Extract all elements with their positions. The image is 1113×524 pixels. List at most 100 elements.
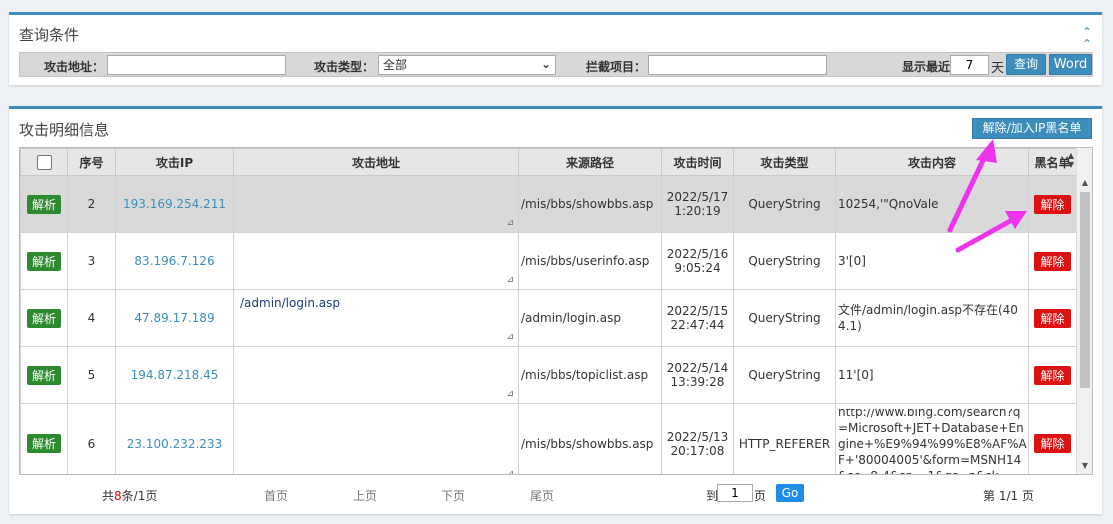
resize-grip-icon[interactable]: ⊿: [506, 469, 514, 474]
query-button[interactable]: 查询: [1006, 54, 1046, 75]
remove-blacklist-button[interactable]: 解除: [1034, 251, 1071, 271]
resize-grip-icon[interactable]: ⊿: [506, 218, 514, 228]
attack-type: QueryString: [733, 289, 836, 347]
sort-icon[interactable]: ▲ ▼: [1068, 151, 1074, 169]
total-records: 共8条/1页: [102, 489, 158, 503]
chevron-down-icon: ⌄: [540, 57, 551, 71]
attack-time: 2022/5/15 22:47:44: [661, 289, 734, 347]
next-page-link[interactable]: 下页: [441, 487, 465, 504]
first-page-link[interactable]: 首页: [264, 487, 288, 504]
column-header: 攻击IP: [115, 148, 234, 176]
table-row[interactable]: 解析 5 194.87.218.45 ⊿ /mis/bbs/topiclist.…: [20, 346, 1077, 404]
attack-table-container: 序号 攻击IP 攻击地址 来源路径 攻击时间 攻击类型 攻击内容 黑名单 ▲ ▼ …: [19, 147, 1093, 475]
last-page-link[interactable]: 尾页: [530, 487, 554, 504]
go-button[interactable]: Go: [776, 484, 804, 502]
query-panel-title: 查询条件: [19, 26, 80, 44]
goto-page-input[interactable]: [717, 484, 753, 502]
recent-days-unit: 天: [991, 61, 1005, 76]
attack-address-textarea[interactable]: /admin/login.asp ⊿: [233, 289, 519, 347]
attack-type: HTTP_REFERER: [733, 403, 836, 474]
prev-page-link[interactable]: 上页: [353, 487, 377, 504]
table-row[interactable]: 解析 3 83.196.7.126 ⊿ /mis/bbs/userinfo.as…: [20, 232, 1077, 290]
query-bar: 攻击地址： 攻击类型： 全部 ⌄ 拦截项目： 显示最近 天 查询 Word: [19, 52, 1093, 77]
source-path: /admin/login.asp: [518, 289, 662, 347]
detail-panel-title: 攻击明细信息: [19, 121, 110, 139]
attack-type-value: 全部: [383, 58, 408, 72]
attack-ip[interactable]: 47.89.17.189: [115, 289, 234, 347]
table-row[interactable]: 解析 4 47.89.17.189 /admin/login.asp ⊿ /adm…: [20, 289, 1077, 347]
source-path: /mis/bbs/userinfo.asp: [518, 232, 662, 290]
attack-type-select[interactable]: 全部 ⌄: [378, 55, 556, 75]
blacklist-toggle-button[interactable]: 解除/加入IP黑名单: [972, 118, 1092, 139]
scroll-down-icon[interactable]: ▼: [1077, 458, 1092, 474]
attack-address-textarea[interactable]: ⊿: [233, 403, 519, 474]
attack-ip[interactable]: 194.87.218.45: [115, 346, 234, 404]
pagination: 共8条/1页 首页 上页 下页 尾页 到 页 Go 第 1/1 页: [19, 484, 1093, 506]
source-path: /mis/bbs/showbbs.asp: [518, 403, 662, 474]
attack-address-textarea[interactable]: ⊿: [233, 175, 519, 233]
query-panel: 查询条件 ⌃⌃ 攻击地址： 攻击类型： 全部 ⌄ 拦截项目： 显示最近 天 查询…: [9, 12, 1102, 85]
source-path: /mis/bbs/topiclist.asp: [518, 346, 662, 404]
row-number: 3: [67, 232, 116, 290]
table-header: 序号 攻击IP 攻击地址 来源路径 攻击时间 攻击类型 攻击内容 黑名单 ▲ ▼: [20, 148, 1077, 176]
attack-content: 10254,'"QnoVale: [835, 175, 1029, 233]
resize-grip-icon[interactable]: ⊿: [506, 389, 514, 399]
attack-address-label: 攻击地址：: [44, 60, 105, 74]
column-header: 攻击时间: [661, 148, 734, 176]
column-header: 攻击内容: [835, 148, 1029, 176]
column-header: 攻击类型: [733, 148, 836, 176]
scroll-up-icon[interactable]: ▲: [1077, 175, 1092, 191]
recent-days-label: 显示最近: [902, 60, 951, 74]
detail-panel: 攻击明细信息 解除/加入IP黑名单 序号 攻击IP 攻击地址 来源路径 攻击时间…: [9, 106, 1102, 514]
resize-grip-icon[interactable]: ⊿: [506, 275, 514, 285]
table-scrollbar[interactable]: ▲ ▼: [1076, 148, 1092, 474]
attack-type: QueryString: [733, 232, 836, 290]
table-row[interactable]: 解析 6 23.100.232.233 ⊿ /mis/bbs/showbbs.a…: [20, 403, 1077, 474]
attack-time: 2022/5/13 20:17:08: [661, 403, 734, 474]
source-path: /mis/bbs/showbbs.asp: [518, 175, 662, 233]
remove-blacklist-button[interactable]: 解除: [1034, 308, 1071, 328]
column-header: 攻击地址: [233, 148, 519, 176]
row-number: 6: [67, 403, 116, 474]
analyze-button[interactable]: 解析: [26, 308, 61, 328]
remove-blacklist-button[interactable]: 解除: [1034, 194, 1071, 214]
attack-content: 文件/admin/login.asp不存在(404.1): [835, 289, 1029, 347]
analyze-button[interactable]: 解析: [26, 365, 61, 385]
row-number: 5: [67, 346, 116, 404]
attack-content: 11'[0]: [835, 346, 1029, 404]
attack-address-textarea[interactable]: ⊿: [233, 232, 519, 290]
attack-table: 序号 攻击IP 攻击地址 来源路径 攻击时间 攻击类型 攻击内容 黑名单 ▲ ▼ …: [20, 148, 1077, 474]
scroll-thumb[interactable]: [1080, 192, 1090, 388]
word-export-button[interactable]: Word: [1049, 54, 1092, 75]
page-status: 第 1/1 页: [983, 489, 1034, 503]
column-header[interactable]: 黑名单 ▲ ▼: [1028, 148, 1077, 176]
column-header: 来源路径: [518, 148, 662, 176]
attack-type: QueryString: [733, 346, 836, 404]
attack-address-input[interactable]: [107, 55, 286, 75]
collapse-icon[interactable]: ⌃ ⌃: [1082, 26, 1092, 50]
select-all-checkbox[interactable]: [36, 154, 52, 170]
block-item-input[interactable]: [648, 55, 827, 75]
attack-ip[interactable]: 83.196.7.126: [115, 232, 234, 290]
attack-time: 2022/5/16 9:05:24: [661, 232, 734, 290]
remove-blacklist-button[interactable]: 解除: [1034, 365, 1071, 385]
analyze-button[interactable]: 解析: [26, 434, 61, 453]
resize-grip-icon[interactable]: ⊿: [506, 332, 514, 342]
row-number: 2: [67, 175, 116, 233]
table-row[interactable]: 解析 2 193.169.254.211 ⊿ /mis/bbs/showbbs.…: [20, 175, 1077, 233]
column-header: 序号: [67, 148, 116, 176]
attack-ip[interactable]: 23.100.232.233: [115, 403, 234, 474]
attack-type: QueryString: [733, 175, 836, 233]
attack-ip[interactable]: 193.169.254.211: [115, 175, 234, 233]
recent-days-input[interactable]: [950, 55, 989, 75]
goto-suffix: 页: [754, 489, 767, 503]
select-all-header: [20, 148, 68, 176]
block-item-label: 拦截项目：: [586, 60, 647, 74]
analyze-button[interactable]: 解析: [26, 251, 61, 271]
remove-blacklist-button[interactable]: 解除: [1034, 434, 1071, 453]
attack-time: 2022/5/17 1:20:19: [661, 175, 734, 233]
attack-content: http://www.bing.com/search?q=Microsoft+J…: [835, 403, 1029, 474]
analyze-button[interactable]: 解析: [26, 194, 61, 214]
attack-address-textarea[interactable]: ⊿: [233, 346, 519, 404]
attack-time: 2022/5/14 13:39:28: [661, 346, 734, 404]
